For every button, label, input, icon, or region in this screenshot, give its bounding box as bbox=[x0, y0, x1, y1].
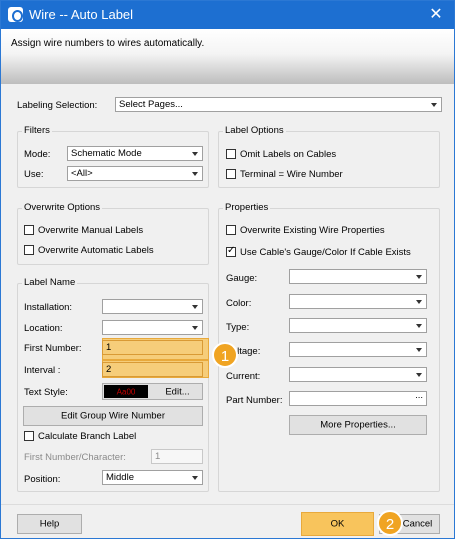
gauge-dropdown[interactable] bbox=[289, 269, 427, 284]
footer-divider bbox=[1, 504, 454, 505]
callout-badge-2: 2 bbox=[377, 510, 403, 536]
overwrite-manual-checkbox[interactable] bbox=[24, 225, 34, 235]
first-character-field[interactable]: 1 bbox=[151, 449, 203, 464]
mode-value: Schematic Mode bbox=[71, 148, 142, 159]
callout-badge-1: 1 bbox=[212, 342, 238, 368]
overwrite-manual-label: Overwrite Manual Labels bbox=[38, 225, 144, 236]
installation-dropdown[interactable] bbox=[102, 299, 203, 314]
calculate-branch-label: Calculate Branch Label bbox=[38, 431, 137, 442]
use-label: Use: bbox=[24, 169, 44, 180]
label-options-title: Label Options bbox=[223, 125, 286, 136]
overwrite-automatic-checkbox[interactable] bbox=[24, 245, 34, 255]
first-number-field[interactable]: 1 bbox=[102, 340, 203, 355]
properties-title: Properties bbox=[223, 202, 271, 213]
installation-label: Installation: bbox=[24, 302, 73, 313]
more-properties-button[interactable]: More Properties... bbox=[289, 415, 427, 435]
position-label: Position: bbox=[24, 474, 61, 485]
part-number-label: Part Number: bbox=[226, 395, 283, 406]
omit-cables-checkbox[interactable] bbox=[226, 149, 236, 159]
chevron-down-icon bbox=[416, 324, 422, 328]
omit-cables-label: Omit Labels on Cables bbox=[240, 149, 337, 160]
current-dropdown[interactable] bbox=[289, 367, 427, 382]
labeling-selection-label: Labeling Selection: bbox=[17, 100, 98, 111]
position-dropdown[interactable]: Middle bbox=[102, 470, 203, 485]
first-character-value: 1 bbox=[155, 451, 161, 462]
use-cable-checkbox[interactable] bbox=[226, 245, 236, 257]
filters-group-title: Filters bbox=[22, 125, 52, 136]
close-icon[interactable]: ✕ bbox=[426, 4, 446, 24]
ok-label: OK bbox=[330, 518, 345, 530]
part-number-field[interactable]: ... bbox=[289, 390, 427, 406]
first-number-value: 1 bbox=[106, 342, 112, 353]
current-label: Current: bbox=[226, 371, 261, 382]
chevron-down-icon bbox=[192, 476, 198, 480]
gauge-label: Gauge: bbox=[226, 273, 258, 284]
header-banner: Assign wire numbers to wires automatical… bbox=[1, 29, 454, 84]
color-label: Color: bbox=[226, 298, 252, 309]
help-button[interactable]: Help bbox=[17, 514, 82, 534]
labeling-selection-dropdown[interactable]: Select Pages... bbox=[115, 97, 442, 112]
text-style-swatch: Aa00 bbox=[104, 385, 148, 398]
banner-text: Assign wire numbers to wires automatical… bbox=[11, 38, 205, 49]
chevron-down-icon bbox=[416, 300, 422, 304]
first-character-label: First Number/Character: bbox=[24, 452, 126, 463]
chevron-down-icon bbox=[431, 103, 437, 107]
location-dropdown[interactable] bbox=[102, 320, 203, 335]
calculate-branch-checkbox[interactable] bbox=[24, 431, 34, 441]
chevron-down-icon bbox=[416, 373, 422, 377]
app-icon bbox=[8, 7, 23, 22]
use-value: <All> bbox=[71, 168, 93, 179]
mode-dropdown[interactable]: Schematic Mode bbox=[67, 146, 203, 161]
terminal-wire-label: Terminal = Wire Number bbox=[240, 169, 343, 180]
location-label: Location: bbox=[24, 323, 63, 334]
position-value: Middle bbox=[106, 472, 134, 483]
type-dropdown[interactable] bbox=[289, 318, 427, 333]
text-style-edit-button[interactable]: Aa00 Edit... bbox=[102, 383, 203, 400]
help-label: Help bbox=[39, 518, 60, 530]
overwrite-options-group: Overwrite Options bbox=[17, 202, 209, 265]
chevron-down-icon bbox=[192, 305, 198, 309]
mode-label: Mode: bbox=[24, 149, 51, 160]
terminal-wire-checkbox[interactable] bbox=[226, 169, 236, 179]
overwrite-existing-checkbox[interactable] bbox=[226, 225, 236, 235]
overwrite-automatic-label: Overwrite Automatic Labels bbox=[38, 245, 154, 256]
labeling-selection-value: Select Pages... bbox=[119, 99, 183, 110]
voltage-dropdown[interactable] bbox=[289, 342, 427, 357]
type-label: Type: bbox=[226, 322, 250, 333]
interval-label: Interval : bbox=[24, 365, 61, 376]
edit-group-wire-number-label: Edit Group Wire Number bbox=[60, 410, 165, 422]
overwrite-options-title: Overwrite Options bbox=[22, 202, 103, 213]
color-dropdown[interactable] bbox=[289, 294, 427, 309]
window-title: Wire -- Auto Label bbox=[29, 7, 134, 22]
use-cable-label: Use Cable's Gauge/Color If Cable Exists bbox=[240, 247, 411, 258]
ellipsis-icon[interactable]: ... bbox=[415, 390, 423, 401]
text-style-sample: Aa00 bbox=[116, 387, 136, 396]
interval-field[interactable]: 2 bbox=[102, 362, 203, 377]
chevron-down-icon bbox=[416, 275, 422, 279]
chevron-down-icon bbox=[416, 348, 422, 352]
use-dropdown[interactable]: <All> bbox=[67, 166, 203, 181]
dialog-window: Wire -- Auto Label ✕ Assign wire numbers… bbox=[0, 0, 455, 539]
chevron-down-icon bbox=[192, 152, 198, 156]
overwrite-existing-label: Overwrite Existing Wire Properties bbox=[240, 225, 385, 236]
ok-button[interactable]: OK bbox=[301, 512, 374, 536]
chevron-down-icon bbox=[192, 172, 198, 176]
first-number-label: First Number: bbox=[24, 343, 82, 354]
text-style-label: Text Style: bbox=[24, 387, 68, 398]
more-properties-label: More Properties... bbox=[320, 419, 396, 431]
chevron-down-icon bbox=[192, 326, 198, 330]
label-name-title: Label Name bbox=[22, 277, 78, 288]
edit-label: Edit... bbox=[165, 386, 190, 397]
interval-value: 2 bbox=[106, 364, 112, 375]
title-bar: Wire -- Auto Label ✕ bbox=[1, 1, 454, 29]
edit-group-wire-number-button[interactable]: Edit Group Wire Number bbox=[23, 406, 203, 426]
